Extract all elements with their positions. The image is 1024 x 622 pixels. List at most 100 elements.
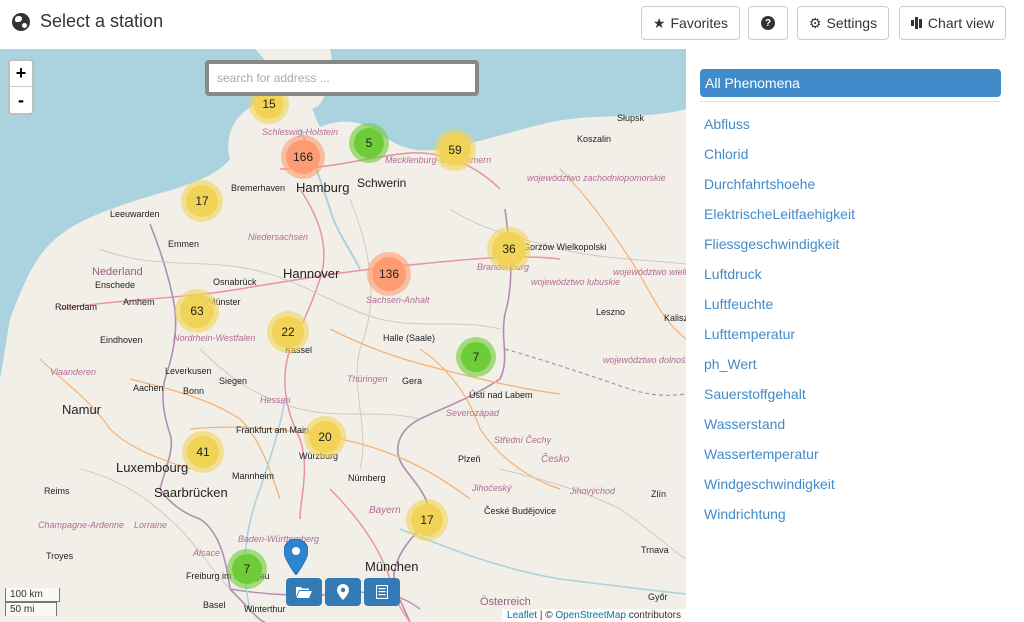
place-label: Troyes	[46, 551, 74, 561]
place-label: Arnhem	[123, 297, 155, 307]
cluster-count: 17	[186, 185, 218, 217]
place-label: Zlín	[651, 489, 667, 499]
all-phenomena-item[interactable]: All Phenomena	[700, 69, 1001, 97]
place-label: Trnava	[641, 545, 669, 555]
gear-icon: ⚙	[808, 14, 822, 31]
phenomenon-item[interactable]: Wasserstand	[700, 409, 1001, 439]
marker-cluster[interactable]: 7	[227, 549, 267, 589]
cluster-count: 63	[180, 294, 214, 328]
phenomenon-item[interactable]: Luftfeuchte	[700, 289, 1001, 319]
folder-open-icon	[296, 587, 312, 598]
folder-open-button[interactable]	[286, 578, 322, 606]
phenomenon-item[interactable]: Luftdruck	[700, 259, 1001, 289]
marker-cluster[interactable]: 17	[406, 499, 448, 541]
place-label: České Budějovice	[484, 506, 557, 516]
region-label: województwo lubuskie	[531, 277, 621, 287]
favorites-button[interactable]: ★ Favorites	[641, 6, 740, 40]
leaflet-link[interactable]: Leaflet	[507, 610, 537, 621]
zoom-control: + -	[8, 59, 34, 115]
marker-cluster[interactable]: 136	[367, 252, 411, 296]
country-label: Österreich	[480, 596, 531, 608]
place-label: München	[365, 559, 419, 574]
region-label: Jihovýchod	[570, 486, 616, 496]
place-label: Siegen	[219, 376, 248, 386]
place-label: Reims	[44, 486, 70, 496]
place-label: Hamburg	[296, 180, 350, 195]
map-marker-icon[interactable]	[284, 539, 308, 575]
region-label: Bayern	[369, 505, 401, 516]
phenomenon-item[interactable]: Windrichtung	[700, 499, 1001, 529]
globe-icon	[12, 12, 30, 31]
location-button[interactable]	[325, 578, 361, 606]
chart-view-label: Chart view	[927, 15, 995, 31]
phenomenon-item[interactable]: Lufttemperatur	[700, 319, 1001, 349]
favorites-label: Favorites	[670, 15, 729, 31]
country-label: Nederland	[92, 266, 143, 278]
region-label: Střední Čechy	[494, 435, 552, 445]
help-button[interactable]: ?	[748, 6, 788, 40]
place-label: Gera	[402, 376, 423, 386]
place-label: Aachen	[133, 383, 164, 393]
marker-cluster[interactable]: 17	[181, 180, 223, 222]
place-label: Bonn	[183, 386, 205, 396]
cluster-count: 7	[232, 554, 262, 584]
phenomenon-item[interactable]: Chlorid	[700, 139, 1001, 169]
marker-cluster[interactable]: 166	[281, 135, 325, 179]
address-search-input[interactable]: search for address ...	[205, 60, 479, 96]
list-icon	[376, 585, 388, 599]
chart-view-button[interactable]: Chart view	[899, 6, 1006, 40]
phenomenon-item[interactable]: Durchfahrtshoehe	[700, 169, 1001, 199]
region-label: Alsace	[193, 548, 221, 558]
place-label: Plzeň	[458, 454, 481, 464]
phenomena-list: Abfluss Chlorid Durchfahrtshoehe Elektrisch…	[700, 109, 1001, 529]
place-label: Kalisz	[664, 313, 686, 323]
marker-cluster[interactable]: 22	[267, 311, 309, 353]
map[interactable]: Słupsk Koszalin Schleswig-Holstein Meckl…	[0, 49, 686, 622]
region-label: Severozápad	[446, 408, 500, 418]
phenomenon-item[interactable]: Wassertemperatur	[700, 439, 1001, 469]
region-label: województwo zachodniopomorskie	[527, 173, 666, 183]
region-label: województwo wielkopolskie	[613, 267, 686, 277]
title-wrap: Select a station	[12, 11, 163, 32]
phenomenon-item[interactable]: Sauerstoffgehalt	[700, 379, 1001, 409]
marker-cluster[interactable]: 59	[434, 129, 476, 171]
map-attribution: Leaflet | © OpenStreetMap contributors	[502, 609, 686, 622]
phenomenon-item[interactable]: ElektrischeLeitfaehigkeit	[700, 199, 1001, 229]
marker-cluster[interactable]: 63	[175, 289, 219, 333]
osm-link[interactable]: OpenStreetMap	[555, 610, 626, 621]
place-label: Saarbrücken	[154, 485, 228, 500]
divider	[700, 101, 1001, 102]
marker-cluster[interactable]: 7	[456, 337, 496, 377]
cluster-count: 7	[461, 342, 491, 372]
marker-cluster[interactable]: 20	[304, 416, 346, 458]
place-label: Leszno	[596, 307, 626, 317]
place-label: Halle (Saale)	[383, 333, 436, 343]
marker-cluster[interactable]: 36	[487, 227, 531, 271]
place-label: Emmen	[168, 239, 200, 249]
cluster-count: 41	[187, 436, 219, 468]
phenomenon-item[interactable]: Abfluss	[700, 109, 1001, 139]
region-label: Champagne-Ardenne	[38, 520, 125, 530]
marker-cluster[interactable]: 5	[349, 123, 389, 163]
place-label: Mannheim	[232, 471, 275, 481]
phenomenon-item[interactable]: ph_Wert	[700, 349, 1001, 379]
place-label: Ústí nad Labem	[469, 390, 533, 400]
place-label: Luxembourg	[116, 460, 189, 475]
marker-cluster[interactable]: 41	[182, 431, 224, 473]
map-tool-bar	[286, 578, 403, 606]
settings-button[interactable]: ⚙ Settings	[797, 6, 889, 40]
zoom-out-button[interactable]: -	[10, 87, 32, 113]
place-label: Leverkusen	[165, 366, 212, 376]
place-label: Basel	[203, 600, 226, 610]
settings-label: Settings	[826, 15, 878, 31]
phenomenon-item[interactable]: Fliessgeschwindigkeit	[700, 229, 1001, 259]
phenomenon-item[interactable]: Windgeschwindigkeit	[700, 469, 1001, 499]
region-label: Nordrhein-Westfalen	[173, 333, 256, 343]
place-label: Osnabrück	[213, 277, 257, 287]
region-label: Hessen	[260, 395, 291, 405]
zoom-in-button[interactable]: +	[10, 61, 32, 87]
map-marker-small-icon	[337, 584, 349, 600]
list-button[interactable]	[364, 578, 400, 606]
cluster-count: 36	[492, 232, 526, 266]
cluster-count: 166	[286, 140, 320, 174]
